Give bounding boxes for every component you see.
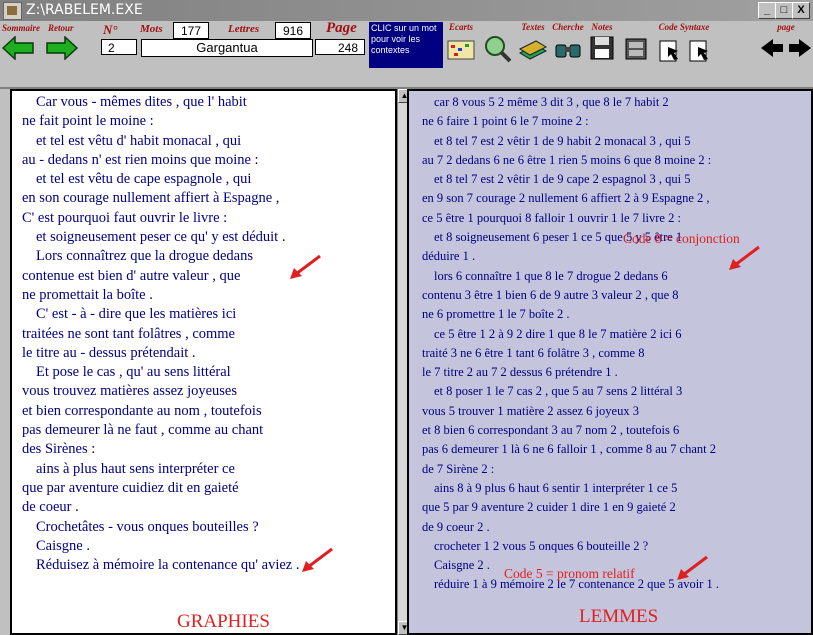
text-line[interactable]: en son courage nullement affiert à Espag…	[12, 189, 395, 208]
code5-annotation: Code 5 = pronom relatif	[504, 566, 635, 581]
text-line[interactable]: contenue est bien d' autre valeur , que	[12, 267, 395, 286]
floppy-disk-icon	[590, 36, 614, 60]
red-arrow-icon	[677, 555, 708, 580]
text-line[interactable]: ne 6 faire 1 point 6 le 7 moine 2 :	[409, 112, 811, 131]
file-cabinet-icon	[625, 38, 647, 60]
lemmes-text[interactable]: car 8 vous 5 2 même 3 dit 3 , que 8 le 7…	[409, 93, 811, 595]
text-line[interactable]: ce 5 être 1 2 à 9 2 dire 1 que 8 le 7 ma…	[409, 325, 811, 344]
text-line[interactable]: et 8 bien 6 correspondant 3 au 7 nom 2 ,…	[409, 421, 811, 440]
document-pointer-icon	[659, 40, 708, 62]
forward-arrow-icon[interactable]	[46, 36, 78, 60]
text-line[interactable]: de 7 Sirène 2 :	[409, 460, 811, 479]
text-line[interactable]: et 8 poser 1 le 7 cas 2 , que 5 au 7 sen…	[409, 382, 811, 401]
app-icon[interactable]	[3, 2, 22, 20]
text-line[interactable]: Et pose le cas , qu' au sens littéral	[12, 363, 395, 382]
text-line[interactable]: le 7 titre 2 au 7 2 dessus 6 prétendre 1…	[409, 363, 811, 382]
cherche-tool[interactable]: Cherche	[552, 21, 584, 63]
text-line[interactable]: de coeur .	[12, 498, 395, 517]
text-line[interactable]: ce 5 être 1 pourquoi 8 falloir 1 ouvrir …	[409, 209, 811, 228]
text-line[interactable]: contenu 3 être 1 bien 6 de 9 autre 3 val…	[409, 286, 811, 305]
n-field[interactable]: 2	[101, 39, 137, 55]
page-nav-tool[interactable]: page	[759, 21, 813, 63]
text-line[interactable]: Caisgne .	[12, 537, 395, 556]
text-line[interactable]: et tel est vêtu d' habit monacal , qui	[12, 132, 395, 151]
app-window: Z:\RABELEM.EXE _ □ X Sommaire Retour N° …	[0, 0, 813, 635]
mots-field[interactable]: 177	[173, 22, 209, 39]
text-line[interactable]: ains 8 à 9 plus 6 haut 6 sentir 1 interp…	[409, 479, 811, 498]
text-line[interactable]: pas 6 demeurer 1 là 6 ne 6 falloir 1 , c…	[409, 440, 811, 459]
lemmes-panel[interactable]: car 8 vous 5 2 même 3 dit 3 , que 8 le 7…	[407, 89, 813, 635]
page-label: Page	[326, 20, 357, 36]
text-line[interactable]: C' est - à - dire que les matières ici	[12, 305, 395, 324]
notes-tool[interactable]: Notes	[586, 21, 618, 63]
text-line[interactable]: le titre au - dessus prétendait .	[12, 344, 395, 363]
text-line[interactable]: et 8 tel 7 est 2 vêtir 1 de 9 habit 2 mo…	[409, 132, 811, 151]
mots-label: Mots	[140, 23, 163, 35]
books-icon	[518, 40, 548, 60]
graphies-label: GRAPHIES	[177, 611, 270, 632]
text-line[interactable]: ne 6 promettre 1 le 7 boîte 2 .	[409, 305, 811, 324]
file-cabinet-tool[interactable]	[620, 21, 652, 63]
text-line[interactable]: car 8 vous 5 2 même 3 dit 3 , que 8 le 7…	[409, 93, 811, 112]
text-line[interactable]: ains à plus haut sens interpréter ce	[12, 460, 395, 479]
text-line[interactable]: Lors connaîtrez que la drogue dedans	[12, 247, 395, 266]
text-line[interactable]: des Sirènes :	[12, 440, 395, 459]
code-syntaxe-tool[interactable]: Code Syntaxe	[654, 21, 714, 63]
maximize-button[interactable]: □	[775, 2, 793, 19]
back-arrow-icon[interactable]	[2, 36, 34, 60]
text-line[interactable]: au - dedans n' est rien moins que moine …	[12, 151, 395, 170]
text-line[interactable]: ne fait point le moine :	[12, 112, 395, 131]
red-arrow-icon	[302, 547, 333, 572]
text-line[interactable]: vous trouvez matières assez joyeuses	[12, 382, 395, 401]
text-line[interactable]: C' est pourquoi faut ouvrir le livre :	[12, 209, 395, 228]
text-line[interactable]: que 5 par 9 aventure 2 cuider 1 dire 1 e…	[409, 498, 811, 517]
text-line[interactable]: de 9 coeur 2 .	[409, 518, 811, 537]
text-line[interactable]: ne promettait la boîte .	[12, 286, 395, 305]
retour-label: Retour	[48, 23, 74, 33]
lettres-field[interactable]: 916	[275, 22, 311, 39]
text-line[interactable]: traitées ne sont tant folâtres , comme	[12, 325, 395, 344]
minimize-button[interactable]: _	[758, 2, 776, 19]
text-line[interactable]: pas demeurer là ne faut , comme au chant	[12, 421, 395, 440]
red-arrow-icon	[729, 245, 760, 270]
text-line[interactable]: crocheter 1 2 vous 5 onques 6 bouteille …	[409, 537, 811, 556]
n-label: N°	[103, 22, 118, 37]
text-line[interactable]: Réduisez à mémoire la contenance qu' avi…	[12, 556, 395, 575]
text-line[interactable]: et bien correspondante au nom , toutefoi…	[12, 402, 395, 421]
sommaire-label: Sommaire	[2, 23, 41, 33]
graphies-text[interactable]: Car vous - mêmes dites , que l' habit ne …	[12, 93, 395, 575]
clic-hint: CLIC sur un mot pour voir les contextes	[369, 22, 443, 68]
text-line[interactable]: Crochetâtes - vous onques bouteilles ?	[12, 518, 395, 537]
text-line[interactable]: en 9 son 7 courage 2 nullement 6 affiert…	[409, 189, 811, 208]
text-line[interactable]: traité 3 ne 6 être 1 tant 6 folâtre 3 , …	[409, 344, 811, 363]
search-globe-tool[interactable]	[481, 21, 513, 63]
text-line[interactable]: Car vous - mêmes dites , que l' habit	[12, 93, 395, 112]
text-line[interactable]: que par aventure cuidiez dit en gaieté	[12, 479, 395, 498]
close-button[interactable]: X	[792, 2, 810, 19]
text-line[interactable]: vous 5 trouver 1 matière 2 assez 6 joyeu…	[409, 402, 811, 421]
ecarts-tool[interactable]: Ecarts	[445, 21, 477, 63]
ecarts-icon	[447, 40, 475, 60]
toolbar: Sommaire Retour N° 2 Mots 177 Lettres 91…	[0, 20, 813, 89]
page-field[interactable]: 248	[315, 39, 365, 55]
red-arrow-icon	[290, 254, 321, 279]
code8-annotation: Code 8 = conjonction	[623, 231, 740, 246]
title-field[interactable]: Gargantua	[141, 39, 313, 57]
title-bar[interactable]: Z:\RABELEM.EXE _ □ X	[0, 0, 813, 21]
text-line[interactable]: et soigneusement peser ce qu' y est dédu…	[12, 228, 395, 247]
magnifier-icon	[485, 36, 512, 63]
graphies-panel[interactable]: Car vous - mêmes dites , que l' habit ne …	[10, 89, 397, 635]
window-title: Z:\RABELEM.EXE	[26, 2, 143, 18]
lemmes-label: LEMMES	[579, 606, 659, 627]
binoculars-icon	[555, 44, 581, 58]
text-line[interactable]: au 7 2 dedans 6 ne 6 être 1 rien 5 moins…	[409, 151, 811, 170]
textes-tool[interactable]: Textes	[517, 21, 549, 63]
lettres-label: Lettres	[228, 23, 260, 35]
page-arrows-icon	[761, 39, 811, 57]
text-line[interactable]: et 8 tel 7 est 2 vêtir 1 de 9 cape 2 esp…	[409, 170, 811, 189]
text-line[interactable]: et tel est vêtu de cape espagnole , qui	[12, 170, 395, 189]
